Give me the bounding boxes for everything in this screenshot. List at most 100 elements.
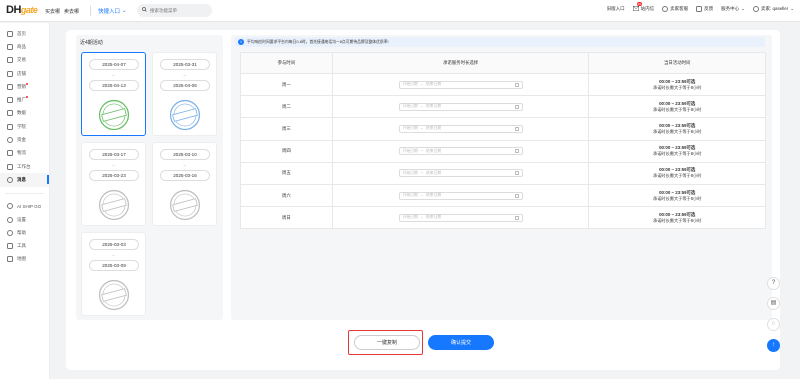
top-links: 买去哪 卖去哪: [45, 8, 79, 15]
sidebar-item-label: 首页: [17, 30, 26, 36]
help-icon[interactable]: ?: [767, 277, 780, 290]
duration-rule: 承诺时长需大于等于8小时: [653, 84, 702, 90]
sidebar-item-data[interactable]: 数据: [0, 107, 49, 120]
stamp-ended-icon: [98, 279, 130, 311]
inbox-badge: 99: [636, 2, 643, 6]
activity-start-date: 2025-04-07: [89, 59, 139, 70]
seller-service-link[interactable]: 卖家客服: [662, 6, 688, 12]
stamp-approved-icon: [98, 99, 130, 131]
date-range-picker[interactable]: 开始日期 ~ 结束日期: [398, 191, 523, 200]
end-date-placeholder: 结束日期: [425, 170, 442, 175]
calendar-icon: [514, 126, 519, 131]
table-row: 周日 开始日期 ~ 结束日期 00:00 ~ 23:59可选 承诺时长需大于等于8小时: [240, 206, 766, 230]
sidebar-item-marketing[interactable]: 营销: [0, 80, 49, 93]
book-icon: [7, 123, 13, 130]
desk-icon: [7, 163, 13, 170]
date-range-picker[interactable]: 开始日期 ~ 结束日期: [398, 213, 523, 222]
sidebar-item-promote[interactable]: 推广: [0, 93, 49, 106]
range-separator: ~: [420, 82, 423, 87]
range-cell: 开始日期 ~ 结束日期: [331, 206, 590, 230]
stamp-ended-icon: [98, 189, 130, 221]
calendar-icon: [514, 171, 519, 176]
sidebar-item-funds[interactable]: 资金: [0, 133, 49, 146]
date-range-picker[interactable]: 开始日期 ~ 结束日期: [398, 124, 523, 133]
sidebar-item-ai-ship-go[interactable]: AI SHIP GO: [0, 200, 49, 213]
activity-time-cell: 00:00 ~ 23:59可选 承诺时长需大于等于8小时: [588, 206, 766, 230]
date-range-picker[interactable]: 开始日期 ~ 结束日期: [398, 80, 523, 89]
seller-service-label: 卖家客服: [670, 6, 689, 11]
date-range-picker[interactable]: 开始日期 ~ 结束日期: [398, 147, 523, 156]
activity-card[interactable]: 2025-03-17 ~ 2025-03-23: [81, 142, 146, 226]
day-cell: 周日: [240, 206, 333, 230]
activity-time-cell: 00:00 ~ 23:59可选 承诺时长需大于等于8小时: [588, 72, 766, 97]
sidebar-item-products[interactable]: 商品: [0, 40, 49, 53]
range-cell: 开始日期 ~ 结束日期: [331, 139, 590, 163]
chevron-down-icon: ⌄: [790, 6, 794, 11]
message-icon: [7, 176, 13, 183]
date-separator: ~: [183, 73, 186, 78]
sidebar-item-academy[interactable]: 学院: [0, 120, 49, 133]
activity-card[interactable]: 2025-03-10 ~ 2025-03-16: [152, 142, 217, 226]
sidebar-item-messages[interactable]: 消息: [0, 173, 49, 187]
date-range-picker[interactable]: 开始日期 ~ 结束日期: [398, 102, 523, 111]
end-date-placeholder: 结束日期: [425, 104, 442, 109]
sidebar-item-label: 工具: [17, 243, 26, 249]
column-header: 承诺服务时长选择: [331, 52, 590, 74]
top-bar: DHgate 买去哪 卖去哪 快捷入口 ⌄ 旧版入口 99 站内信 卖家客服 反…: [0, 0, 800, 22]
range-cell: 开始日期 ~ 结束日期: [331, 72, 590, 97]
activity-time-cell: 00:00 ~ 23:59可选 承诺时长需大于等于8小时: [588, 139, 766, 163]
end-date-placeholder: 结束日期: [425, 193, 442, 198]
activity-time-cell: 00:00 ~ 23:59可选 承诺时长需大于等于8小时: [588, 95, 766, 119]
chat-bubble-icon[interactable]: ◌: [767, 318, 780, 331]
service-center-dropdown[interactable]: 服务中心 ⌄: [721, 6, 745, 12]
end-date-placeholder: 结束日期: [425, 215, 442, 220]
copy-button[interactable]: 一键复制: [354, 335, 420, 350]
sidebar-divider: [5, 192, 44, 194]
end-date-placeholder: 结束日期: [425, 82, 442, 87]
activity-card[interactable]: 2025-03-31 ~ 2025-04-06: [152, 52, 217, 136]
brand-logo[interactable]: DHgate: [6, 4, 38, 16]
activity-card[interactable]: 2025-03-03 ~ 2025-03-09: [81, 232, 146, 316]
sidebar-item-map[interactable]: 地图: [0, 253, 49, 266]
sidebar-item-label: 店铺: [17, 70, 26, 76]
end-date-placeholder: 结束日期: [425, 148, 442, 153]
activity-card[interactable]: 2025-04-07 ~ 2025-04-13: [81, 52, 146, 136]
top-link-buy[interactable]: 买去哪: [45, 8, 60, 15]
sidebar-item-tools[interactable]: 工具: [0, 239, 49, 252]
feedback-link[interactable]: 反馈: [696, 6, 713, 12]
sidebar-item-label: 资金: [17, 137, 26, 143]
calendar-icon: [514, 193, 519, 198]
activity-end-date: 2025-03-09: [89, 260, 139, 271]
sidebar-item-shop[interactable]: 店铺: [0, 67, 49, 80]
notice-text: 平均响应时间要求平台内每日0-8时，首先接通电话均一8点可期待品牌及整体优质率!: [247, 39, 389, 44]
end-date-placeholder: 结束日期: [425, 126, 442, 131]
top-link-sell[interactable]: 卖去哪: [64, 8, 79, 15]
document-icon[interactable]: ▤: [767, 297, 780, 310]
sidebar-item-label: 数据: [17, 110, 26, 116]
back-to-top-icon[interactable]: ↑: [767, 339, 780, 352]
date-range-picker[interactable]: 开始日期 ~ 结束日期: [398, 169, 523, 178]
search-icon: [142, 7, 147, 14]
sidebar-item-home[interactable]: 首页: [0, 27, 49, 40]
activity-start-date: 2025-03-17: [89, 149, 139, 160]
search-box[interactable]: [137, 4, 212, 17]
day-cell: 周一: [240, 72, 333, 97]
table-row: 周一 开始日期 ~ 结束日期 00:00 ~ 23:59可选 承诺时长需大于等于8小时: [240, 72, 766, 97]
sidebar-item-settings[interactable]: 设置: [0, 213, 49, 226]
column-header: 参与时间: [240, 52, 333, 74]
quick-entry-dropdown[interactable]: 快捷入口 ⌄: [98, 7, 127, 15]
sidebar-item-workbench[interactable]: 工作台: [0, 160, 49, 173]
date-separator: ~: [112, 253, 115, 258]
search-input[interactable]: [150, 8, 205, 13]
sidebar-item-logistics[interactable]: 物流: [0, 147, 49, 160]
inbox-link[interactable]: 99 站内信: [632, 2, 654, 12]
column-header: 当日活动时间: [588, 52, 766, 74]
sidebar-item-trade[interactable]: 交易: [0, 54, 49, 67]
sidebar-item-help[interactable]: 帮助: [0, 226, 49, 239]
range-separator: ~: [420, 104, 423, 109]
user-menu[interactable]: 卖家: qaseller ⌄: [752, 6, 794, 12]
settings-icon: [7, 216, 13, 223]
submit-button[interactable]: 确认提交: [428, 335, 494, 350]
map-icon: [7, 256, 13, 263]
old-version-link[interactable]: 旧版入口: [607, 6, 625, 12]
